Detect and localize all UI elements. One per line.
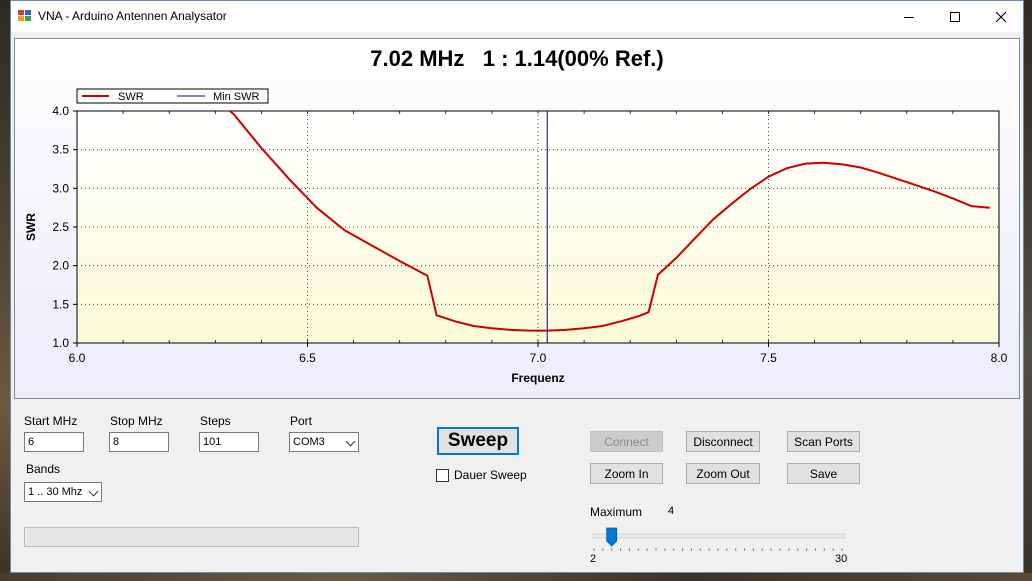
- y-tick-label: 3.0: [52, 181, 69, 195]
- minimize-icon: [904, 16, 914, 18]
- app-window: VNA - Arduino Antennen Analysator 7.0 2 M…: [10, 0, 1024, 573]
- maximum-label: Maximum: [590, 505, 643, 519]
- close-icon: [995, 11, 1007, 22]
- x-tick-label: 6.5: [299, 351, 316, 365]
- title-bar[interactable]: VNA - Arduino Antennen Analysator: [11, 1, 1023, 32]
- slider-max-label: 30: [835, 553, 848, 565]
- desktop-background-bottom: [0, 573, 1032, 581]
- legend-swr-label: SWR: [118, 91, 144, 103]
- y-axis-label: SWR: [24, 213, 38, 241]
- y-tick-label: 1.0: [52, 336, 69, 350]
- x-tick-label: 7.0: [530, 351, 547, 365]
- zoom-in-button[interactable]: Zoom In: [590, 463, 663, 484]
- sweep-progress-bar: [24, 527, 359, 547]
- y-tick-label: 4.0: [52, 104, 69, 118]
- stop-mhz-input[interactable]: [109, 432, 169, 452]
- desktop-background-right: [1024, 0, 1032, 581]
- slider-min-label: 2: [590, 553, 597, 565]
- y-tick-label: 1.5: [52, 297, 69, 311]
- start-mhz-label: Start MHz: [24, 414, 78, 428]
- x-tick-label: 8.0: [991, 351, 1008, 365]
- y-tick-label: 2.0: [52, 259, 69, 273]
- desktop-background-left: [0, 0, 10, 581]
- close-button[interactable]: [978, 1, 1024, 32]
- legend-min-swr-label: Min SWR: [213, 91, 260, 103]
- maximum-value: 4: [668, 505, 675, 517]
- port-select-value: COM3: [293, 436, 325, 448]
- chevron-down-icon: [345, 436, 356, 447]
- save-button[interactable]: Save: [787, 463, 860, 484]
- x-axis-label: Frequenz: [511, 371, 564, 385]
- maximize-icon: [950, 11, 960, 22]
- slider-thumb: [606, 527, 618, 547]
- x-tick-label: 6.0: [69, 351, 86, 365]
- bands-label: Bands: [26, 462, 61, 476]
- steps-input[interactable]: [199, 432, 259, 452]
- y-tick-label: 3.5: [52, 143, 69, 157]
- minimize-button[interactable]: [886, 1, 932, 32]
- dauer-sweep-label[interactable]: Dauer Sweep: [454, 468, 527, 482]
- disconnect-button[interactable]: Disconnect: [686, 431, 760, 452]
- zoom-out-button[interactable]: Zoom Out: [686, 463, 760, 484]
- steps-label: Steps: [200, 414, 231, 428]
- maximum-slider[interactable]: [590, 525, 846, 555]
- y-tick-label: 2.5: [52, 220, 69, 234]
- dauer-sweep-checkbox[interactable]: [436, 469, 449, 482]
- stop-mhz-label: Stop MHz: [110, 414, 163, 428]
- bands-select-value: 1 .. 30 Mhz: [28, 486, 83, 498]
- swr-chart-panel[interactable]: 7.02 MHz 1 : 1.14(00% Ref.) 1.0 1.5 2.0 2.5…: [14, 38, 1020, 399]
- window-title: VNA - Arduino Antennen Analysator: [38, 9, 227, 23]
- bands-select[interactable]: 1 .. 30 Mhz: [24, 482, 102, 502]
- port-select[interactable]: COM3: [289, 432, 359, 452]
- x-tick-label: 7.5: [760, 351, 777, 365]
- connect-button[interactable]: Connect: [590, 431, 663, 452]
- app-icon: [18, 10, 32, 22]
- scan-ports-button[interactable]: Scan Ports: [787, 431, 860, 452]
- slider-track: [591, 533, 845, 539]
- sweep-button[interactable]: Sweep: [437, 427, 519, 455]
- maximize-button[interactable]: [932, 1, 978, 32]
- swr-chart[interactable]: 1.0 1.5 2.0 2.5 3.0 3.5 4.0 6.0 6.5 7.0 7.5 8.0 Freq…: [15, 39, 1019, 398]
- start-mhz-input[interactable]: [24, 432, 84, 452]
- port-label: Port: [290, 414, 313, 428]
- chevron-down-icon: [88, 486, 99, 497]
